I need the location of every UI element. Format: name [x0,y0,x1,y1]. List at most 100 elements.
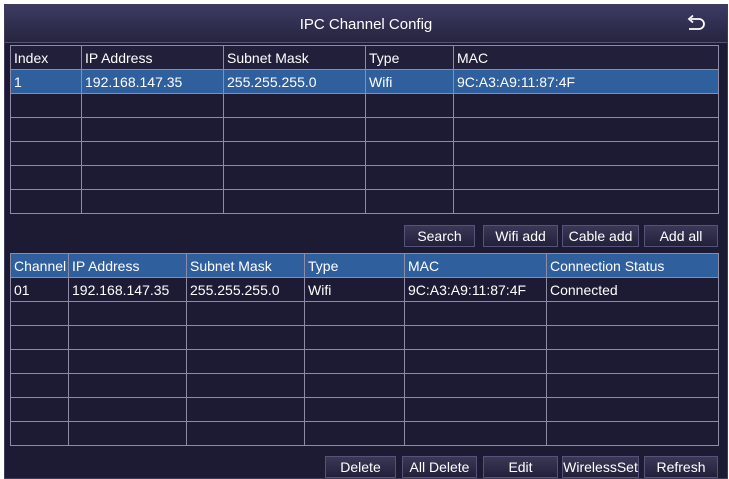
table-cell [304,325,405,350]
wifi-add-button[interactable]: Wifi add [483,225,558,247]
back-arrow-icon[interactable] [685,14,707,34]
table-cell [10,189,82,214]
table-cell [10,373,69,398]
search-button[interactable]: Search [404,225,475,247]
channel-table-column-header-3: Type [304,253,405,278]
table-cell [223,189,366,214]
table-cell [81,165,224,190]
table-cell [546,421,719,446]
table-cell [223,93,366,118]
table-cell: 192.168.147.35 [68,277,187,302]
table-cell [365,93,454,118]
channel-table-row[interactable] [10,421,719,446]
title-bar: IPC Channel Config [5,5,727,43]
table-cell [223,165,366,190]
search-table-row[interactable]: 1 192.168.147.35 255.255.255.0 Wifi 9C:A3:A9… [10,69,719,94]
table-cell [453,165,719,190]
table-cell [10,325,69,350]
table-cell [404,349,547,374]
table-cell [186,301,305,326]
channel-table: Channel IP Address Subnet Mask Type MAC Conne… [10,253,719,446]
table-cell [304,373,405,398]
table-cell [404,301,547,326]
table-cell [81,189,224,214]
table-cell [453,117,719,142]
table-cell [365,165,454,190]
table-cell [186,349,305,374]
channel-table-column-header-2: Subnet Mask [186,253,305,278]
search-table-column-header-0: Index [10,45,82,70]
window-title: IPC Channel Config [299,16,433,33]
channel-table-row[interactable] [10,325,719,350]
search-result-table: Index IP Address Subnet Mask Type MAC 1 192.1… [10,45,719,214]
cable-add-button[interactable]: Cable add [562,225,639,247]
table-cell [546,325,719,350]
table-cell [365,117,454,142]
table-cell [68,349,187,374]
table-cell: 192.168.147.35 [81,69,224,94]
channel-table-row[interactable] [10,373,719,398]
table-cell [10,301,69,326]
table-cell [186,373,305,398]
edit-button[interactable]: Edit [483,456,558,478]
table-cell [365,141,454,166]
table-cell [68,421,187,446]
add-all-button[interactable]: Add all [644,225,718,247]
table-cell: Connected [546,277,719,302]
table-cell [186,397,305,422]
table-cell [223,141,366,166]
all-delete-button[interactable]: All Delete [402,456,477,478]
table-cell [546,349,719,374]
table-cell [10,117,82,142]
channel-table-column-header-1: IP Address [68,253,187,278]
table-cell [546,373,719,398]
table-cell [223,117,366,142]
table-cell: 255.255.255.0 [223,69,366,94]
table-cell: 255.255.255.0 [186,277,305,302]
channel-table-column-header-0: Channel [10,253,69,278]
table-cell: 9C:A3:A9:11:87:4F [404,277,547,302]
table-cell: 9C:A3:A9:11:87:4F [453,69,719,94]
channel-table-header: Channel IP Address Subnet Mask Type MAC Conne… [10,253,719,278]
search-table-column-header-4: MAC [453,45,719,70]
delete-button[interactable]: Delete [325,456,396,478]
wireless-set-button[interactable]: WirelessSet [562,456,639,478]
table-cell: Wifi [304,277,405,302]
search-table-header: Index IP Address Subnet Mask Type MAC [10,45,719,70]
table-cell [81,117,224,142]
table-cell [404,325,547,350]
table-cell: Wifi [365,69,454,94]
search-table-row[interactable] [10,189,719,214]
channel-table-row[interactable] [10,349,719,374]
channel-table-column-header-4: MAC [404,253,547,278]
channel-table-row[interactable] [10,301,719,326]
table-cell [68,325,187,350]
table-cell [68,373,187,398]
table-cell [453,93,719,118]
table-cell [81,93,224,118]
search-table-row[interactable] [10,117,719,142]
table-cell [10,397,69,422]
search-table-row[interactable] [10,93,719,118]
search-table-row[interactable] [10,141,719,166]
table-cell [186,421,305,446]
table-cell [10,141,82,166]
refresh-button[interactable]: Refresh [644,456,718,478]
search-table-row[interactable] [10,165,719,190]
table-cell [81,141,224,166]
search-table-column-header-1: IP Address [81,45,224,70]
search-table-column-header-2: Subnet Mask [223,45,366,70]
table-cell [10,349,69,374]
search-table-column-header-3: Type [365,45,454,70]
table-cell [10,165,82,190]
channel-table-row[interactable]: 01 192.168.147.35 255.255.255.0 Wifi 9C:A3:A… [10,277,719,302]
channel-table-row[interactable] [10,397,719,422]
table-cell [404,397,547,422]
table-cell [304,301,405,326]
table-cell [546,397,719,422]
table-cell [304,349,405,374]
table-cell [546,301,719,326]
table-cell [304,397,405,422]
table-cell [453,141,719,166]
channel-table-column-header-5: Connection Status [546,253,719,278]
